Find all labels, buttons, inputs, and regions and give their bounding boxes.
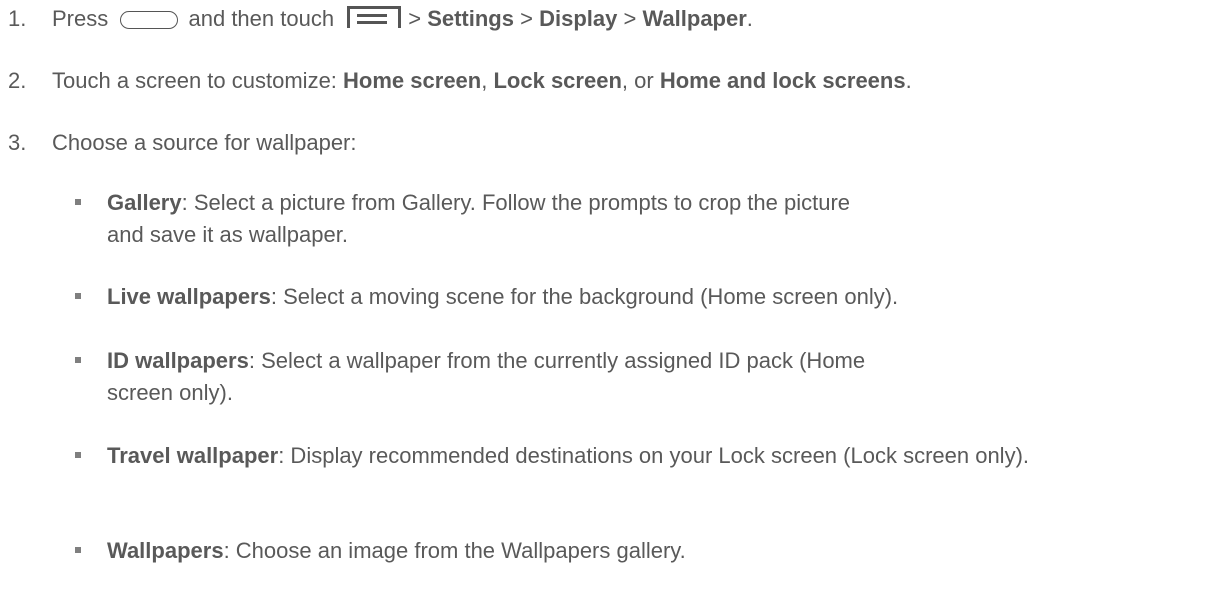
- source-description: : Select a picture from Gallery. Follow …: [107, 190, 851, 247]
- step-2: 2. Touch a screen to customize: Home scre…: [8, 66, 912, 96]
- instructions-document: 1. Press and then touch > Settings > Disp…: [0, 0, 1215, 612]
- source-name: ID wallpapers: [107, 348, 249, 373]
- list-item-wallpapers: Wallpapers: Choose an image from the Wal…: [75, 535, 1205, 567]
- menu-separator: >: [408, 6, 422, 31]
- source-name: Travel wallpaper: [107, 443, 279, 468]
- step-text: Press: [52, 6, 109, 31]
- step-1: 1. Press and then touch > Settings > Disp…: [8, 4, 753, 34]
- source-description: : Choose an image from the Wallpapers ga…: [223, 538, 686, 563]
- option-home-and-lock: Home and lock screens: [659, 68, 906, 93]
- bullet-icon: [75, 357, 81, 363]
- step-end: .: [905, 68, 912, 93]
- menu-key-icon: [347, 6, 402, 28]
- step-number: 1.: [8, 6, 27, 31]
- source-description: : Select a moving scene for the backgrou…: [270, 284, 899, 309]
- step-text: Choose a source for wallpaper:: [52, 130, 357, 155]
- step-text: and then touch: [188, 6, 335, 31]
- step-number: 3.: [8, 130, 27, 155]
- bullet-icon: [75, 293, 81, 299]
- separator-text: ,: [481, 68, 488, 93]
- separator-text: , or: [621, 68, 654, 93]
- menu-path-settings: Settings: [427, 6, 514, 31]
- step-text: Touch a screen to customize:: [52, 68, 337, 93]
- bullet-icon: [75, 547, 81, 553]
- source-name: Live wallpapers: [107, 284, 271, 309]
- bullet-icon: [75, 199, 81, 205]
- home-key-icon: [120, 11, 179, 29]
- option-home-screen: Home screen: [343, 68, 482, 93]
- list-item-id-wallpapers: ID wallpapers: Select a wallpaper from t…: [75, 345, 1205, 409]
- step-number: 2.: [8, 68, 27, 93]
- option-lock-screen: Lock screen: [493, 68, 622, 93]
- menu-separator: >: [520, 6, 533, 31]
- list-item-gallery: Gallery: Select a picture from Gallery. …: [75, 187, 1205, 251]
- menu-path-display: Display: [539, 6, 618, 31]
- list-item-live-wallpapers: Live wallpapers: Select a moving scene f…: [75, 281, 1205, 313]
- source-name: Wallpapers: [107, 538, 224, 563]
- menu-path-wallpaper: Wallpaper: [642, 6, 747, 31]
- step-end: .: [746, 6, 753, 31]
- source-description: : Display recommended destinations on yo…: [278, 443, 1030, 468]
- source-name: Gallery: [107, 190, 182, 215]
- bullet-icon: [75, 452, 81, 458]
- menu-separator: >: [623, 6, 637, 31]
- list-item-travel-wallpaper: Travel wallpaper: Display recommended de…: [75, 440, 1205, 472]
- step-3: 3. Choose a source for wallpaper:: [8, 128, 357, 158]
